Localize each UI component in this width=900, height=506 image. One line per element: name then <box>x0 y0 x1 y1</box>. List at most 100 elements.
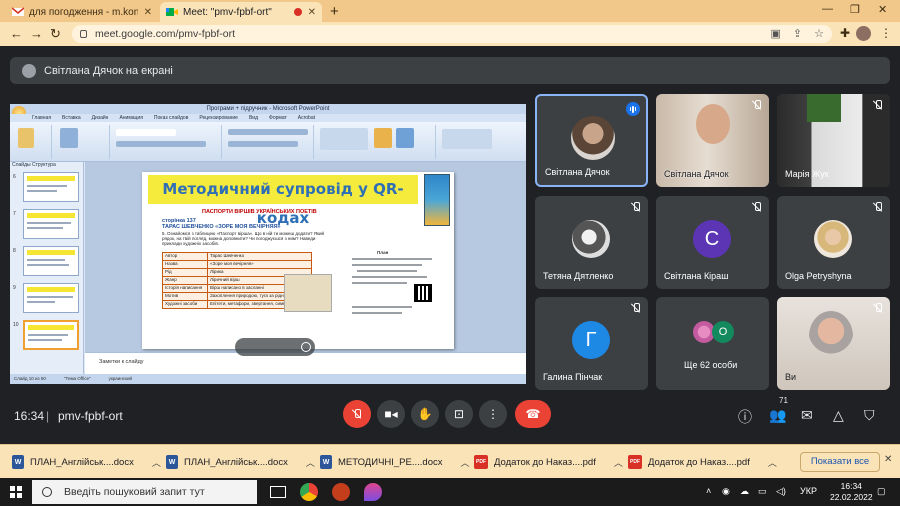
camera-permission-icon[interactable]: ▣ <box>771 27 781 40</box>
extensions-icon[interactable]: ✚ <box>840 26 850 40</box>
host-controls-icon[interactable]: ⛉ <box>864 407 875 424</box>
present-screen-button[interactable]: ⊡ <box>445 400 473 428</box>
menu-kebab-icon[interactable]: ⋮ <box>880 26 892 40</box>
onedrive-icon[interactable]: ☁ <box>740 486 749 497</box>
font-box <box>116 129 176 136</box>
download-item[interactable]: W МЕТОДИЧНІ_РЕ....docx ︿ <box>320 451 470 473</box>
chevron-up-icon[interactable]: ︿ <box>460 456 469 469</box>
close-shelf-icon[interactable]: ✕ <box>884 454 892 465</box>
participant-tile[interactable]: Світлана Дячок <box>535 94 648 187</box>
slide-thumbnail[interactable] <box>23 172 79 202</box>
close-tab-icon[interactable]: ✕ <box>308 7 316 18</box>
shapes-gallery <box>320 128 368 150</box>
address-bar[interactable]: meet.google.com/pmv-fpbf-ort ▣ ⇪ ☆ <box>72 25 832 43</box>
restore-icon[interactable]: ❐ <box>850 3 860 16</box>
participant-tile[interactable]: Olga Petryshyna <box>777 196 890 289</box>
present-icon: ⊡ <box>453 407 465 421</box>
plan-heading: План <box>377 250 389 255</box>
slide-thumbnail[interactable] <box>23 283 79 313</box>
mic-off-icon <box>753 202 761 215</box>
participant-tile[interactable]: Марія Жук <box>777 94 890 187</box>
app-icon[interactable] <box>364 483 382 501</box>
download-item[interactable]: W ПЛАН_Англійськ....docx ︿ <box>166 451 315 473</box>
chat-icon[interactable]: ✉ <box>801 407 813 424</box>
share-icon[interactable]: ⇪ <box>793 27 802 40</box>
browser-tab-meet[interactable]: Meet: "pmv-fpbf-ort" ✕ <box>160 2 322 22</box>
presentation-overlay-control[interactable] <box>235 338 315 356</box>
task-view-icon[interactable] <box>270 486 286 498</box>
download-item[interactable]: W ПЛАН_Англійськ....docx ︿ <box>12 451 161 473</box>
taskbar-search-box[interactable]: Введіть пошуковий запит тут <box>32 480 257 504</box>
forward-icon[interactable]: → <box>30 26 43 41</box>
status-theme: "Тема Office" <box>63 376 91 381</box>
participant-avatar <box>814 220 852 258</box>
tray-app-icon[interactable]: ◉ <box>722 486 730 497</box>
minimize-icon[interactable]: — <box>822 3 833 15</box>
participant-name: Світлана Кіраш <box>664 271 729 281</box>
keyboard-language[interactable]: УКР <box>800 486 817 496</box>
windows-start-icon[interactable] <box>10 486 22 498</box>
participant-name: Тетяна Дятленко <box>543 271 614 281</box>
browser-tab-gmail[interactable]: для погодження - m.kondyrjeva ✕ <box>6 2 158 22</box>
chevron-up-icon[interactable]: ︿ <box>306 456 315 469</box>
bookmark-star-icon[interactable]: ☆ <box>814 27 824 40</box>
chevron-up-icon[interactable]: ︿ <box>768 456 777 469</box>
slide-thumbnail[interactable] <box>23 209 79 239</box>
raise-hand-button[interactable]: ✋ <box>411 400 439 428</box>
new-slide-icon <box>60 128 78 148</box>
shared-screen: Програми + підручник - Microsoft PowerPo… <box>10 104 526 384</box>
network-icon[interactable]: ▭ <box>758 486 767 497</box>
slide-thumbnail-selected[interactable] <box>23 320 79 350</box>
self-tile[interactable]: Ви <box>777 297 890 390</box>
slide-thumbnail[interactable] <box>23 246 79 276</box>
slide-thumb-number: 9 <box>13 285 16 291</box>
more-options-button[interactable]: ⋮ <box>479 400 507 428</box>
participant-face <box>696 104 730 144</box>
participant-tile[interactable]: Світлана Дячок <box>656 94 769 187</box>
download-item[interactable]: PDF Додаток до Наказ....pdf ︿ <box>628 451 777 473</box>
profile-avatar[interactable] <box>856 26 871 41</box>
close-window-icon[interactable]: ✕ <box>878 3 887 16</box>
volume-icon[interactable]: ◁) <box>776 486 786 497</box>
others-tile[interactable]: О Ще 62 особи <box>656 297 769 390</box>
chrome-app-icon[interactable] <box>300 483 318 501</box>
table-cell: Мотив <box>162 292 208 301</box>
new-tab-icon[interactable]: + <box>330 3 339 20</box>
taskbar-clock[interactable]: 16:34 22.02.2022 <box>830 481 873 503</box>
download-filename: ПЛАН_Англійськ....docx <box>184 456 288 468</box>
slide-title: Методичний супровід у QR-кодах <box>148 175 418 227</box>
back-icon[interactable]: ← <box>10 26 23 41</box>
download-filename: Додаток до Наказ....pdf <box>648 456 750 468</box>
participant-avatar <box>571 116 615 160</box>
table-cell: Автор <box>162 252 208 261</box>
tray-arrow-icon[interactable]: ˄ <box>706 486 711 496</box>
microphone-toggle-button[interactable] <box>343 400 371 428</box>
participant-name: Світлана Дячок <box>545 167 610 177</box>
camera-toggle-button[interactable]: ■◂ <box>377 400 405 428</box>
leave-call-button[interactable]: ☎ <box>515 400 551 428</box>
close-tab-icon[interactable]: ✕ <box>144 7 152 18</box>
ribbon-tabs: Главная Вставка Дизайн Анимация Показ сл… <box>10 114 526 122</box>
activities-icon[interactable]: △ <box>833 407 844 424</box>
chevron-up-icon[interactable]: ︿ <box>614 456 623 469</box>
participant-name: Ви <box>785 372 797 382</box>
browser-toolbar: ← → ↻ meet.google.com/pmv-fpbf-ort ▣ ⇪ ☆… <box>0 22 900 46</box>
chevron-up-icon[interactable]: ︿ <box>152 456 161 469</box>
powerpoint-title-bar: Програми + підручник - Microsoft PowerPo… <box>10 104 526 114</box>
show-all-downloads-button[interactable]: Показати все <box>800 452 880 472</box>
reload-icon[interactable]: ↻ <box>50 26 61 42</box>
participant-tile[interactable]: Г Галина Пінчак <box>535 297 648 390</box>
word-file-icon: W <box>320 455 332 469</box>
participant-tile[interactable]: С Світлана Кіраш <box>656 196 769 289</box>
word-file-icon: W <box>12 455 24 469</box>
others-count-label: Ще 62 особи <box>684 360 738 370</box>
ribbon-tab: Дизайн <box>91 115 109 121</box>
participant-name: Olga Petryshyna <box>785 271 852 281</box>
meeting-details-icon[interactable]: ⓘ <box>738 407 752 427</box>
people-icon[interactable]: 👥 <box>769 407 786 424</box>
notifications-icon[interactable]: ▢ <box>877 486 886 497</box>
powerpoint-app-icon[interactable] <box>332 483 350 501</box>
mic-off-icon <box>874 303 882 316</box>
download-item[interactable]: PDF Додаток до Наказ....pdf ︿ <box>474 451 623 473</box>
participant-tile[interactable]: Тетяна Дятленко <box>535 196 648 289</box>
